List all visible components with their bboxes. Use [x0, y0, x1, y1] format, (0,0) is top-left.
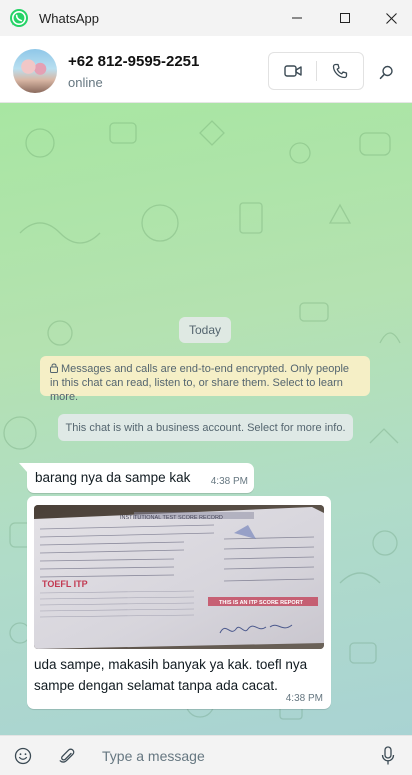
message-text: barang nya da sampe kak: [35, 470, 191, 485]
photo-header-text: INSTITUTIONAL TEST SCORE RECORD: [120, 515, 223, 521]
microphone-icon: [381, 746, 395, 765]
chat-area[interactable]: Today Messages and calls are end-to-end …: [0, 103, 412, 735]
title-bar: WhatsApp: [0, 0, 412, 36]
whatsapp-logo-icon: [9, 8, 29, 28]
photo-brand-text: TOEFL ITP: [42, 579, 88, 589]
app-title: WhatsApp: [39, 11, 99, 26]
encryption-notice[interactable]: Messages and calls are end-to-end encryp…: [40, 356, 370, 403]
message-text: uda sampe, makasih banyak ya kak. toefl …: [34, 657, 308, 693]
date-chip: Today: [179, 317, 231, 343]
video-call-button[interactable]: [269, 53, 316, 89]
call-button-group: [268, 52, 364, 90]
photo-stamp-text: THIS IS AN ITP SCORE REPORT: [219, 600, 304, 606]
message-time: 4:38 PM: [210, 476, 248, 487]
voice-message-button[interactable]: [377, 745, 399, 767]
video-call-icon: [283, 65, 302, 77]
close-icon: [385, 12, 397, 24]
chat-header: +62 812-9595-2251 online: [0, 36, 412, 103]
avatar[interactable]: [13, 49, 57, 93]
message-photo[interactable]: TOEFL ITP INSTITUTIONAL TEST SCORE RECOR…: [34, 505, 324, 649]
image-message-bubble[interactable]: TOEFL ITP INSTITUTIONAL TEST SCORE RECOR…: [27, 496, 331, 709]
divider: [316, 61, 317, 81]
maximize-button[interactable]: [322, 0, 368, 36]
lock-icon: [50, 363, 58, 373]
emoji-button[interactable]: [12, 745, 34, 767]
voice-call-button[interactable]: [316, 53, 363, 89]
close-button[interactable]: [368, 0, 412, 36]
contact-status: online: [68, 75, 103, 90]
voice-call-icon: [332, 63, 347, 79]
business-account-notice[interactable]: This chat is with a business account. Se…: [58, 414, 353, 441]
maximize-icon: [340, 13, 350, 23]
minimize-button[interactable]: [274, 0, 320, 36]
search-button[interactable]: [374, 60, 398, 84]
minimize-icon: [292, 17, 302, 19]
bubble-tail: [19, 463, 27, 472]
toefl-score-report-photo: TOEFL ITP INSTITUTIONAL TEST SCORE RECOR…: [34, 505, 324, 649]
contact-name[interactable]: +62 812-9595-2251: [68, 53, 199, 70]
search-icon: [379, 65, 393, 79]
attach-button[interactable]: [56, 745, 78, 767]
attach-icon: [59, 748, 75, 763]
message-time: 4:38 PM: [285, 693, 323, 704]
message-bubble[interactable]: barang nya da sampe kak 4:38 PM: [19, 463, 254, 493]
emoji-icon: [14, 747, 32, 765]
message-input[interactable]: [94, 742, 364, 770]
message-composer: [0, 735, 412, 775]
